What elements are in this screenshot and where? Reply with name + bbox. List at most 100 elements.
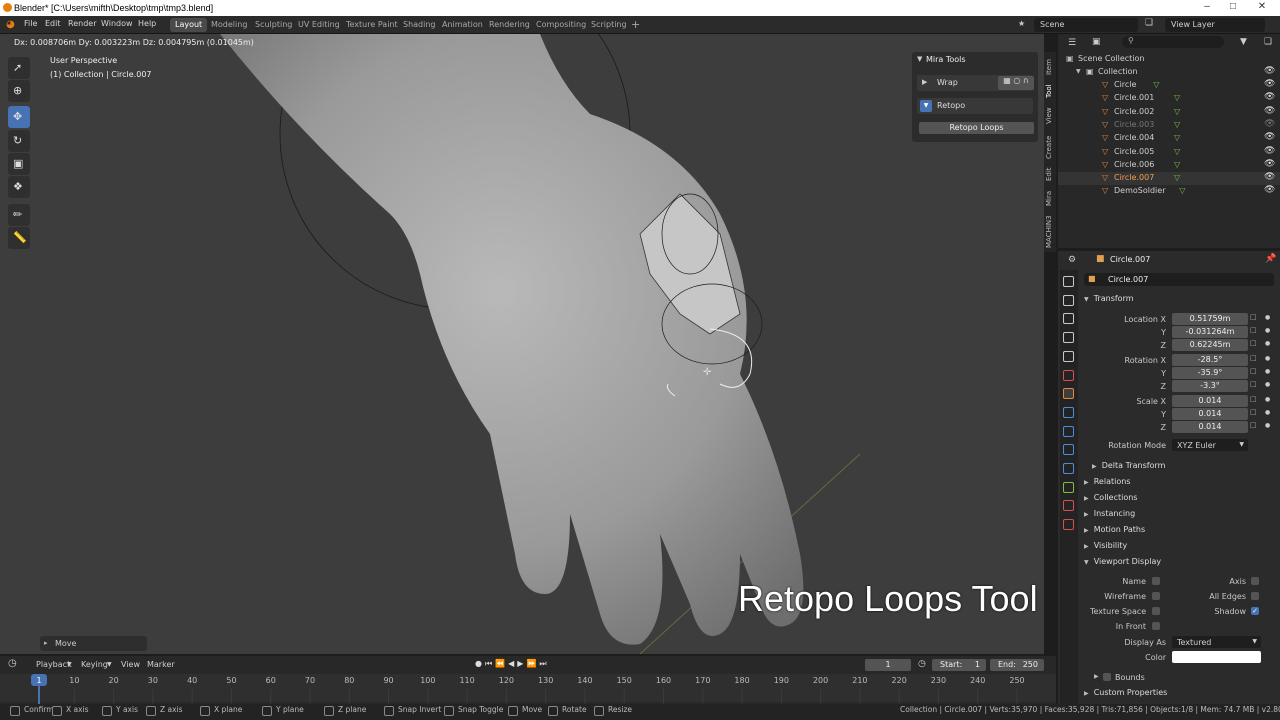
bounds-checkbox[interactable] [1103,673,1111,681]
eye-icon[interactable]: 👁 [1264,146,1275,156]
tab-scripting[interactable]: Scripting [586,18,632,32]
outliner-editor-icon[interactable]: ☰ [1068,38,1076,48]
lock-icon[interactable]: □ [1250,326,1257,334]
rotate-tool-button[interactable]: ↻ [8,130,30,152]
keyframe-dot-icon[interactable]: ● [1265,396,1270,403]
annotate-tool-button[interactable]: ✏ [8,204,30,226]
tab-sculpting[interactable]: Sculpting [250,18,297,32]
rotation-mode-dropdown[interactable]: XYZ Euler ▼ [1172,439,1248,451]
transform-tool-button[interactable]: ❖ [8,176,30,198]
view-layer-icon[interactable] [1063,332,1074,344]
show-name-checkbox[interactable] [1152,577,1160,585]
tab-animation[interactable]: Animation [437,18,488,32]
lock-icon[interactable]: □ [1250,339,1257,347]
in-front-checkbox[interactable] [1152,622,1160,630]
shadow-checkbox[interactable]: ✓ [1251,607,1259,615]
tab-item[interactable]: Item [1045,56,1056,78]
constraint-icon[interactable] [1063,463,1074,474]
timeline-menu-keying[interactable]: Keying [81,660,108,669]
section-header[interactable]: ▶ Motion Paths [1084,525,1274,539]
texture-space-checkbox[interactable] [1152,607,1160,615]
pin-icon[interactable]: 📌 [1265,254,1276,264]
menu-help[interactable]: Help [138,19,156,28]
close-button[interactable]: ✕ [1250,1,1274,12]
retopo-expand-icon[interactable]: ▼ [920,100,932,112]
menu-file[interactable]: File [24,19,37,28]
scale-z-field[interactable]: 0.014 [1172,421,1248,433]
outliner-item[interactable]: ▽ Circle.005 ▽ 👁 [1058,146,1280,159]
material-icon[interactable] [1063,500,1074,512]
retopo-loops-button[interactable]: Retopo Loops [919,122,1034,134]
eye-icon[interactable]: 👁 [1264,132,1275,142]
timeline-menu-view[interactable]: View [121,660,140,669]
all-edges-checkbox[interactable] [1251,592,1259,600]
clock-icon[interactable]: ◷ [918,659,926,669]
show-axis-checkbox[interactable] [1251,577,1259,585]
outliner-item[interactable]: ▽ Circle.003 ▽ 👁 [1058,119,1280,132]
tab-modeling[interactable]: Modeling [206,18,252,32]
location-z-field[interactable]: 0.62245m [1172,339,1248,351]
wireframe-checkbox[interactable] [1152,592,1160,600]
outliner-item[interactable]: ▽ Circle ▽ 👁 [1058,79,1280,92]
color-swatch[interactable] [1172,651,1261,663]
outliner-item[interactable]: ▽ DemoSoldier ▽ 👁 [1058,185,1280,198]
modifier-icon[interactable] [1063,406,1074,418]
lock-icon[interactable]: □ [1250,313,1257,321]
tab-mira[interactable]: Mira [1045,188,1056,208]
outliner-search-input[interactable]: ⚲ [1122,36,1224,48]
world-icon[interactable] [1063,369,1074,381]
tab-layout[interactable]: Layout [170,18,208,32]
add-workspace-button[interactable]: + [626,16,645,31]
outliner-item[interactable]: ▽ Circle.004 ▽ 👁 [1058,132,1280,145]
display-mode-icon[interactable]: ▣ [1092,37,1101,47]
menu-edit[interactable]: Edit [45,19,61,28]
keyframe-dot-icon[interactable]: ● [1265,355,1270,362]
rotation-z-field[interactable]: -3.3° [1172,380,1248,392]
timeline-menu-marker[interactable]: Marker [147,660,175,669]
eye-icon[interactable]: 👁 [1264,159,1275,169]
keyframe-dot-icon[interactable]: ● [1265,409,1270,416]
texture-icon[interactable] [1063,519,1074,531]
view-layer-selector[interactable]: View Layer [1165,18,1265,32]
lock-icon[interactable]: □ [1250,354,1257,362]
tab-uv-editing[interactable]: UV Editing [293,18,345,32]
retopo-row[interactable] [917,98,1033,114]
tab-shading[interactable]: Shading [398,18,441,32]
measure-tool-button[interactable]: 📏 [8,227,30,249]
tab-edit[interactable]: Edit [1045,165,1056,183]
lock-icon[interactable]: □ [1250,395,1257,403]
eye-icon[interactable]: 👁 [1264,66,1275,76]
rotation-y-field[interactable]: -35.9° [1172,367,1248,379]
new-collection-icon[interactable]: ❏ [1264,37,1272,47]
tab-texture-paint[interactable]: Texture Paint [341,18,403,32]
tab-machin3[interactable]: MACHIN3 [1045,213,1056,251]
tab-compositing[interactable]: Compositing [531,18,591,32]
section-header[interactable]: ▶ Relations [1084,477,1274,491]
scene-icon[interactable] [1063,350,1074,362]
delta-transform-header[interactable]: ▶ Delta Transform [1092,461,1280,475]
keyframe-dot-icon[interactable]: ● [1265,340,1270,347]
object-icon[interactable] [1063,388,1074,400]
new-scene-icon[interactable]: ❏ [1145,18,1153,28]
section-header[interactable]: ▶ Collections [1084,493,1274,507]
tab-view[interactable]: View [1045,106,1056,126]
outliner-item[interactable]: ▽ Circle.001 ▽ 👁 [1058,92,1280,105]
current-frame-field[interactable]: 1 [865,659,911,671]
tool-icon[interactable] [1063,276,1074,287]
keyframe-dot-icon[interactable]: ● [1265,381,1270,388]
wrap-mode-icons[interactable]: ▦ ○ ∩ [998,76,1034,90]
minimize-button[interactable]: – [1195,1,1219,12]
blender-menu-icon[interactable]: ◕ [6,19,15,30]
eye-icon[interactable]: 👁 [1264,106,1275,116]
bounds-expand-icon[interactable]: ▶ [1094,673,1099,680]
lock-icon[interactable]: □ [1250,380,1257,388]
eye-icon[interactable]: 👁 [1264,119,1275,129]
end-frame-field[interactable]: End: 250 [990,659,1044,671]
properties-editor-icon[interactable]: ⚙ [1068,255,1076,265]
outliner-item[interactable]: ▽ Circle.006 ▽ 👁 [1058,159,1280,172]
eye-icon[interactable]: 👁 [1264,172,1275,182]
scale-x-field[interactable]: 0.014 [1172,395,1248,407]
location-x-field[interactable]: 0.51759m [1172,313,1248,325]
filter-icon[interactable]: ▼ [1240,37,1247,47]
eye-icon[interactable]: 👁 [1264,185,1275,195]
